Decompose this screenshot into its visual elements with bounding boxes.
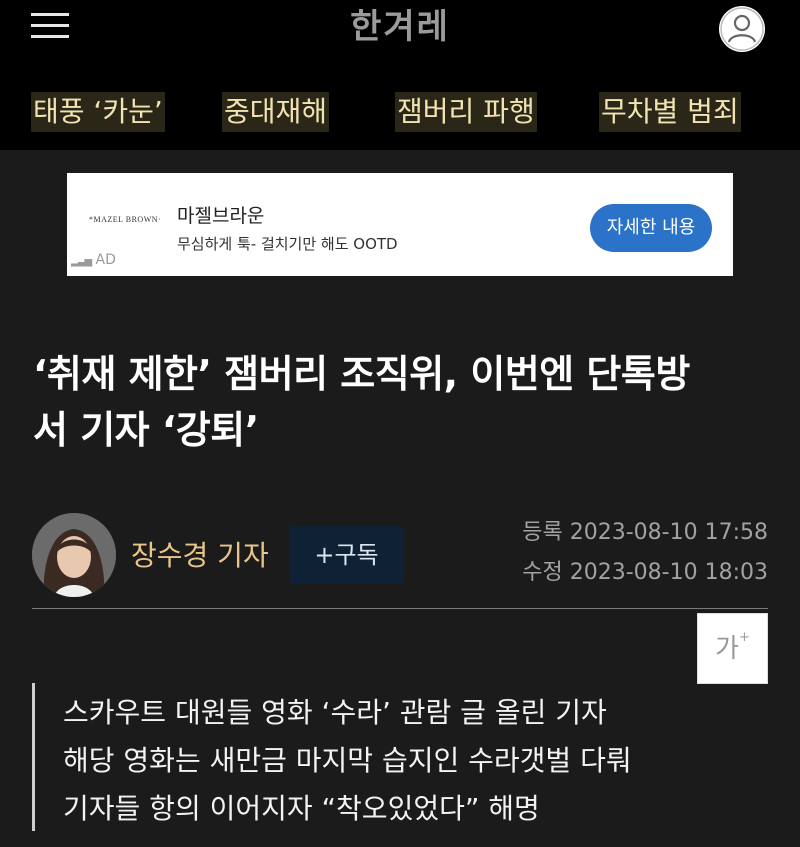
- ad-cta-button[interactable]: 자세한 내용: [590, 204, 712, 252]
- subtitle-line-2: 해당 영화는 새만금 마지막 습지인 수라갯벌 다뤄: [63, 744, 632, 777]
- article-page: 한겨레 태풍 ‘카눈’ 중대재해 잼버리 파행 무차별 범죄 *MAZEL BR…: [0, 0, 800, 847]
- subtitle-line-1: 스카우트 대원들 영화 ‘수라’ 관람 글 올린 기자: [63, 696, 607, 729]
- divider: [32, 608, 768, 609]
- ad-description: 무심하게 툭- 걸치기만 해도 OOTD: [177, 235, 398, 253]
- article-subtitle: 스카우트 대원들 영화 ‘수라’ 관람 글 올린 기자 해당 영화는 새만금 마…: [32, 683, 755, 831]
- font-size-button[interactable]: 가+: [697, 613, 768, 684]
- topic-typhoon[interactable]: 태풍 ‘카눈’: [31, 92, 165, 132]
- author-name[interactable]: 장수경 기자: [131, 534, 269, 574]
- subscribe-button[interactable]: +구독: [289, 526, 404, 584]
- hamburger-menu-icon[interactable]: [31, 13, 69, 39]
- ad-title: 마젤브라운: [177, 205, 265, 227]
- ad-banner[interactable]: *MAZEL BROWN· 마젤브라운 무심하게 툭- 걸치기만 해도 OOTD…: [67, 173, 733, 276]
- ad-label: ▂▃▅ AD: [71, 252, 116, 268]
- modified-date: 수정 2023-08-10 18:03: [522, 560, 768, 585]
- topic-random-crime[interactable]: 무차별 범죄: [599, 92, 741, 132]
- article-headline: ‘취재 제한’ 잼버리 조직위, 이번엔 단톡방 서 기자 ‘강퇴’: [33, 346, 768, 458]
- topic-serious-accident[interactable]: 중대재해: [222, 92, 330, 132]
- topic-jamboree[interactable]: 잼버리 파행: [395, 92, 537, 132]
- headline-line-2: 서 기자 ‘강퇴’: [33, 408, 259, 452]
- headline-line-1: ‘취재 제한’ 잼버리 조직위, 이번엔 단톡방: [33, 352, 690, 396]
- article-dates: 등록 2023-08-10 17:58 수정 2023-08-10 18:03: [522, 513, 768, 593]
- user-icon[interactable]: [719, 6, 765, 52]
- topic-nav: 태풍 ‘카눈’ 중대재해 잼버리 파행 무차별 범죄: [0, 78, 800, 150]
- top-header: 한겨레: [0, 0, 800, 78]
- site-logo[interactable]: 한겨레: [300, 3, 500, 51]
- ad-signal-icon: ▂▃▅: [71, 256, 92, 267]
- ad-brand-logo: *MAZEL BROWN·: [89, 215, 162, 224]
- author-avatar[interactable]: [32, 513, 116, 597]
- subtitle-line-3: 기자들 항의 이어지자 “착오있었다” 해명: [63, 792, 540, 825]
- registered-date: 등록 2023-08-10 17:58: [522, 520, 768, 545]
